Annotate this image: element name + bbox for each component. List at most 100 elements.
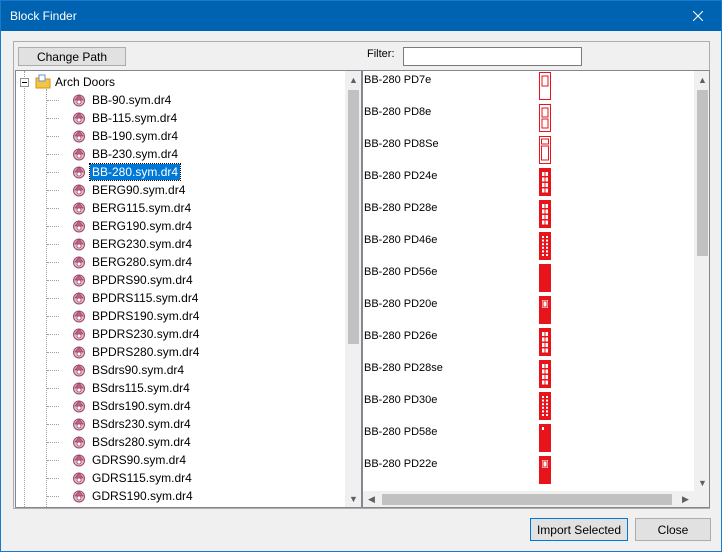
preview-vertical-scrollbar[interactable]: ▲ ▼ <box>694 71 709 491</box>
door-block-icon <box>539 136 551 164</box>
block-row[interactable]: BB-280 PD28e <box>364 199 694 231</box>
tree-item[interactable]: BSdrs90.sym.dr4 <box>72 361 186 379</box>
tree-guide-line <box>47 154 59 155</box>
symbol-file-icon <box>73 364 85 377</box>
block-name: BB-280 PD7e <box>364 74 432 86</box>
tree-item-label: GDRS115.sym.dr4 <box>92 471 192 485</box>
preview-hscroll-thumb[interactable] <box>382 494 672 505</box>
tree-root-arch-doors[interactable]: Arch Doors <box>20 73 115 91</box>
scroll-up-icon[interactable]: ▲ <box>694 71 709 88</box>
block-row[interactable]: BB-280 PD22e <box>364 455 694 487</box>
block-row[interactable]: BB-280 PD7e <box>364 71 694 103</box>
symbol-file-icon <box>73 220 85 233</box>
tree-item[interactable]: BSdrs280.sym.dr4 <box>72 433 193 451</box>
symbol-file-icon <box>73 256 85 269</box>
window-title: Block Finder <box>10 9 77 23</box>
folder-icon <box>35 74 51 89</box>
tree-item[interactable]: BB-115.sym.dr4 <box>72 109 179 127</box>
tree-item-label: BB-190.sym.dr4 <box>92 129 179 143</box>
door-block-icon <box>539 72 551 100</box>
door-block-icon <box>539 200 551 228</box>
import-selected-button[interactable]: Import Selected <box>530 518 628 541</box>
symbol-file-icon <box>73 418 85 431</box>
tree-item[interactable]: BERG90.sym.dr4 <box>72 181 187 199</box>
symbol-file-icon <box>73 400 85 413</box>
tree-guide-line <box>47 280 59 281</box>
tree-item-label: GDRS90.sym.dr4 <box>92 453 187 467</box>
block-name: BB-280 PD22e <box>364 458 438 470</box>
tree-item[interactable]: BPDRS115.sym.dr4 <box>72 289 200 307</box>
collapse-icon[interactable] <box>20 77 29 87</box>
tree-guide-line <box>47 226 59 227</box>
block-row[interactable]: BB-280 PD8Se <box>364 135 694 167</box>
symbol-file-icon <box>73 292 85 305</box>
tree-item[interactable]: GDRS90.sym.dr4 <box>72 451 188 469</box>
scroll-down-icon[interactable]: ▼ <box>345 490 361 507</box>
tree-item-label: BPDRS280.sym.dr4 <box>92 345 200 359</box>
tree-item[interactable]: BPDRS90.sym.dr4 <box>72 271 195 289</box>
tree-guide-line <box>47 352 59 353</box>
scroll-left-icon[interactable]: ◀ <box>363 491 380 507</box>
block-row[interactable]: BB-280 PD20e <box>364 295 694 327</box>
block-row[interactable]: BB-280 PD58e <box>364 423 694 455</box>
tree-item[interactable]: GDRS115.sym.dr4 <box>72 469 194 487</box>
tree-guide-line <box>47 496 59 497</box>
symbol-file-icon <box>73 382 85 395</box>
tree-item[interactable]: BB-280.sym.dr4 <box>72 163 182 181</box>
tree-item[interactable]: BPDRS190.sym.dr4 <box>72 307 201 325</box>
block-row[interactable]: BB-280 PD56e <box>364 263 694 295</box>
scroll-down-icon[interactable]: ▼ <box>694 474 709 491</box>
block-name: BB-280 PD8Se <box>364 138 439 150</box>
block-name: BB-280 PD24e <box>364 170 438 182</box>
close-button[interactable]: Close <box>635 518 711 541</box>
symbol-file-icon <box>73 490 85 503</box>
block-name: BB-280 PD58e <box>364 426 438 438</box>
tree-item-label: BSdrs280.sym.dr4 <box>92 435 191 449</box>
block-row[interactable]: BB-280 PD28se <box>364 359 694 391</box>
tree-item[interactable]: GDRS190.sym.dr4 <box>72 487 195 505</box>
tree-item-label: BERG190.sym.dr4 <box>92 219 193 233</box>
tree-vertical-scrollbar[interactable]: ▲ ▼ <box>345 71 361 507</box>
file-tree[interactable]: Arch Doors BB-90.sym.dr4 BB-115.sym.dr4 BB… <box>15 70 362 508</box>
filter-input[interactable] <box>403 47 582 66</box>
preview-scroll-thumb[interactable] <box>697 90 708 256</box>
block-row[interactable]: BB-280 PD30e <box>364 391 694 423</box>
preview-horizontal-scrollbar[interactable]: ◀ ▶ <box>363 491 694 507</box>
tree-item-label: BSdrs190.sym.dr4 <box>92 399 191 413</box>
symbol-file-icon <box>73 310 85 323</box>
block-row[interactable]: BB-280 PD8e <box>364 103 694 135</box>
tree-item[interactable]: BERG280.sym.dr4 <box>72 253 194 271</box>
symbol-file-icon <box>73 328 85 341</box>
tree-item[interactable]: BB-190.sym.dr4 <box>72 127 180 145</box>
tree-item[interactable]: BB-230.sym.dr4 <box>72 145 180 163</box>
symbol-file-icon <box>73 436 85 449</box>
tree-item[interactable]: BERG230.sym.dr4 <box>72 235 194 253</box>
scroll-right-icon[interactable]: ▶ <box>677 491 694 507</box>
tree-item-label: BPDRS90.sym.dr4 <box>92 273 193 287</box>
tree-item[interactable]: BSdrs230.sym.dr4 <box>72 415 193 433</box>
tree-item[interactable]: BPDRS230.sym.dr4 <box>72 325 201 343</box>
change-path-button[interactable]: Change Path <box>18 47 126 66</box>
scroll-up-icon[interactable]: ▲ <box>345 71 361 88</box>
tree-item-label: BERG115.sym.dr4 <box>92 201 192 215</box>
tree-scroll-thumb[interactable] <box>348 90 359 344</box>
tree-item[interactable]: BERG190.sym.dr4 <box>72 217 194 235</box>
window-close-button[interactable] <box>675 1 721 31</box>
block-row[interactable]: BB-280 PD26e <box>364 327 694 359</box>
tree-item-label: BB-230.sym.dr4 <box>92 147 179 161</box>
block-name: BB-280 PD46e <box>364 234 438 246</box>
tree-item[interactable]: BB-90.sym.dr4 <box>72 91 173 109</box>
tree-item[interactable]: BPDRS280.sym.dr4 <box>72 343 201 361</box>
block-row[interactable]: BB-280 PD46e <box>364 231 694 263</box>
title-bar[interactable]: Block Finder <box>1 1 721 31</box>
tree-item[interactable]: BSdrs115.sym.dr4 <box>72 379 192 397</box>
block-row[interactable]: BB-280 PD24e <box>364 167 694 199</box>
symbol-file-icon <box>73 112 85 125</box>
tree-item[interactable]: BERG115.sym.dr4 <box>72 199 193 217</box>
tree-guide-line <box>47 460 59 461</box>
scrollbar-corner <box>694 491 709 507</box>
tree-item[interactable]: BSdrs190.sym.dr4 <box>72 397 193 415</box>
block-preview-list[interactable]: BB-280 PD7e BB-280 PD8e BB-280 PD8Se BB-280… <box>362 70 710 508</box>
tree-item-label: BERG280.sym.dr4 <box>92 255 193 269</box>
tree-guide-line <box>24 71 25 507</box>
